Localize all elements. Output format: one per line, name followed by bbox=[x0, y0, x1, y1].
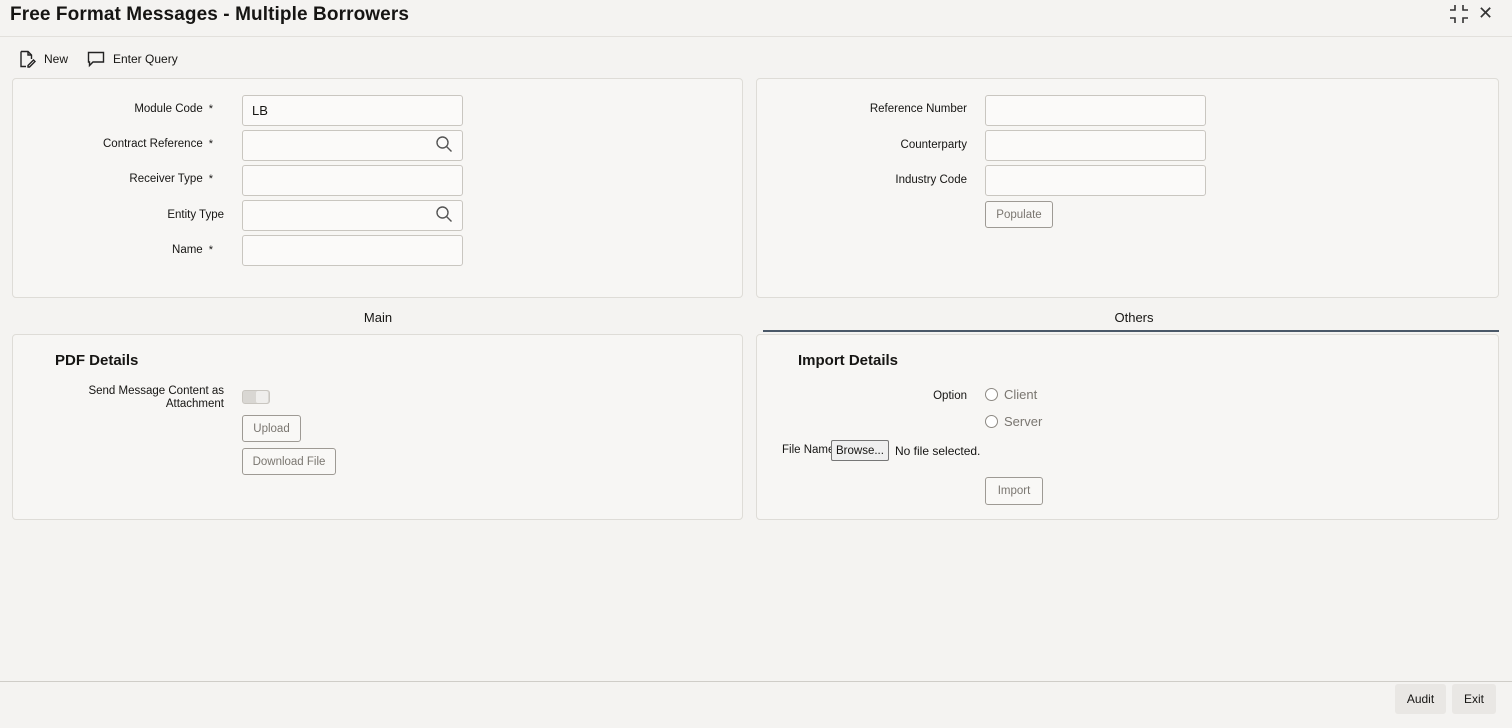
search-icon[interactable] bbox=[435, 135, 453, 156]
option-client[interactable]: Client bbox=[985, 387, 1037, 402]
audit-button[interactable]: Audit bbox=[1395, 684, 1446, 714]
no-file-selected-text: No file selected. bbox=[895, 444, 981, 458]
contract-reference-input[interactable] bbox=[242, 130, 463, 161]
name-input[interactable] bbox=[242, 235, 463, 266]
page-title: Free Format Messages - Multiple Borrower… bbox=[10, 4, 409, 25]
tab-main[interactable]: Main bbox=[318, 310, 438, 325]
exit-button[interactable]: Exit bbox=[1452, 684, 1496, 714]
new-document-icon bbox=[18, 50, 36, 68]
new-button-label: New bbox=[44, 52, 69, 66]
option-server[interactable]: Server bbox=[985, 414, 1042, 429]
new-button[interactable]: New bbox=[18, 48, 68, 70]
server-radio-label: Server bbox=[1004, 414, 1043, 429]
industry-code-label: Industry Code bbox=[895, 174, 967, 186]
footer-divider bbox=[0, 681, 1512, 682]
server-radio[interactable] bbox=[985, 415, 998, 428]
import-details-heading: Import Details bbox=[798, 352, 899, 369]
receiver-type-input[interactable] bbox=[242, 165, 463, 196]
entity-type-label: Entity Type bbox=[167, 209, 224, 221]
upload-button[interactable]: Upload bbox=[242, 415, 301, 442]
close-icon[interactable]: ✕ bbox=[1478, 3, 1493, 24]
module-code-input[interactable]: LB bbox=[242, 95, 463, 126]
enter-query-label: Enter Query bbox=[113, 52, 178, 66]
reference-number-label: Reference Number bbox=[869, 103, 967, 115]
option-label: Option bbox=[933, 390, 967, 402]
chat-bubble-icon bbox=[87, 50, 105, 68]
tab-others-active-indicator bbox=[763, 330, 1499, 332]
pdf-details-heading: PDF Details bbox=[55, 352, 139, 369]
client-radio-label: Client bbox=[1004, 387, 1038, 402]
tab-others[interactable]: Others bbox=[1074, 310, 1194, 325]
search-icon[interactable] bbox=[435, 205, 453, 226]
contract-reference-label: Contract Reference * bbox=[103, 138, 213, 150]
name-label: Name * bbox=[172, 244, 213, 256]
counterparty-input[interactable] bbox=[985, 130, 1206, 161]
counterparty-label: Counterparty bbox=[900, 139, 967, 151]
send-message-content-label: Send Message Content as Attachment bbox=[88, 385, 224, 410]
populate-button[interactable]: Populate bbox=[985, 201, 1053, 228]
expand-icon[interactable] bbox=[1449, 4, 1469, 29]
client-radio[interactable] bbox=[985, 388, 998, 401]
module-code-label: Module Code * bbox=[134, 103, 213, 115]
send-as-attachment-toggle[interactable] bbox=[242, 390, 270, 404]
reference-number-input[interactable] bbox=[985, 95, 1206, 126]
download-file-button[interactable]: Download File bbox=[242, 448, 336, 475]
header-divider bbox=[0, 36, 1512, 37]
file-name-label: File Name bbox=[782, 444, 835, 456]
industry-code-input[interactable] bbox=[985, 165, 1206, 196]
entity-type-input[interactable] bbox=[242, 200, 463, 231]
browse-button[interactable]: Browse... bbox=[831, 440, 889, 461]
import-button[interactable]: Import bbox=[985, 477, 1043, 505]
enter-query-button[interactable]: Enter Query bbox=[87, 48, 178, 70]
receiver-type-label: Receiver Type * bbox=[129, 173, 213, 185]
